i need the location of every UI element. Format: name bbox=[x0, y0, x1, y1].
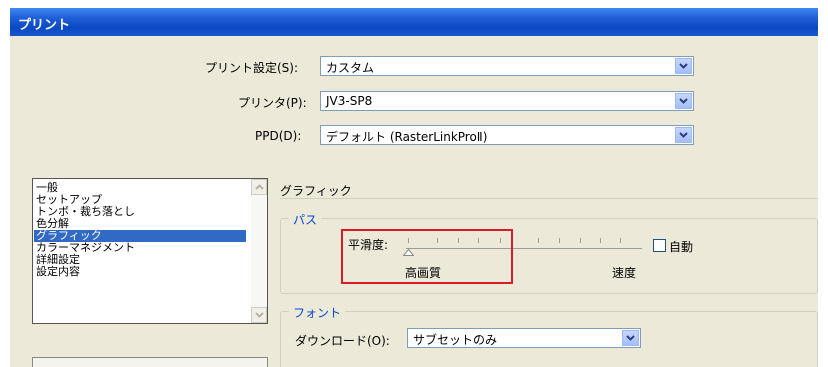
printer-label: プリンタ(P): bbox=[238, 96, 307, 110]
scroll-down-button[interactable] bbox=[251, 307, 267, 323]
title-bar: プリント bbox=[10, 8, 818, 36]
panel-heading: グラフィック bbox=[280, 184, 352, 198]
slider-tick bbox=[600, 238, 601, 243]
chevron-down-icon[interactable] bbox=[675, 127, 692, 143]
ppd-label: PPD(D): bbox=[255, 129, 302, 143]
slider-tick bbox=[559, 238, 560, 243]
print-settings-label: プリント設定(S): bbox=[205, 61, 299, 75]
speed-label: 速度 bbox=[612, 266, 637, 280]
ppd-value: デフォルト (RasterLinkProⅡ) bbox=[326, 130, 488, 144]
download-dropdown[interactable]: サブセットのみ bbox=[407, 328, 641, 348]
download-label: ダウンロード(O): bbox=[295, 334, 390, 348]
window-title: プリント bbox=[18, 18, 71, 33]
printer-dropdown[interactable]: JV3-SP8 bbox=[320, 91, 694, 111]
font-group-title: フォント bbox=[289, 304, 346, 321]
slider-tick bbox=[538, 238, 539, 243]
highlight-box bbox=[341, 229, 513, 284]
download-value: サブセットのみ bbox=[413, 333, 498, 347]
partial-button[interactable] bbox=[32, 357, 268, 367]
path-group-title: パス bbox=[289, 211, 322, 228]
slider-tick bbox=[580, 238, 581, 243]
list-scrollbar[interactable] bbox=[251, 179, 267, 323]
chevron-down-icon[interactable] bbox=[675, 93, 692, 109]
ppd-dropdown[interactable]: デフォルト (RasterLinkProⅡ) bbox=[320, 125, 694, 145]
print-settings-value: カスタム bbox=[326, 61, 375, 75]
category-item[interactable]: 設定内容 bbox=[34, 266, 246, 278]
print-settings-dropdown[interactable]: カスタム bbox=[320, 56, 694, 76]
print-dialog: プリント プリント設定(S): カスタム プリンタ(P): JV3-SP8 PP… bbox=[10, 8, 818, 367]
slider-tick bbox=[620, 238, 621, 243]
chevron-down-icon[interactable] bbox=[622, 330, 639, 346]
chevron-down-icon[interactable] bbox=[675, 58, 692, 74]
scroll-up-button[interactable] bbox=[251, 179, 267, 195]
category-list[interactable]: 一般 セットアップ トンボ・裁ち落とし 色分解 グラフィック カラーマネジメント 詳細設定設… bbox=[32, 178, 268, 324]
printer-value: JV3-SP8 bbox=[326, 94, 373, 108]
heading-divider bbox=[280, 198, 818, 199]
auto-checkbox[interactable] bbox=[653, 239, 666, 252]
auto-label: 自動 bbox=[669, 240, 694, 254]
